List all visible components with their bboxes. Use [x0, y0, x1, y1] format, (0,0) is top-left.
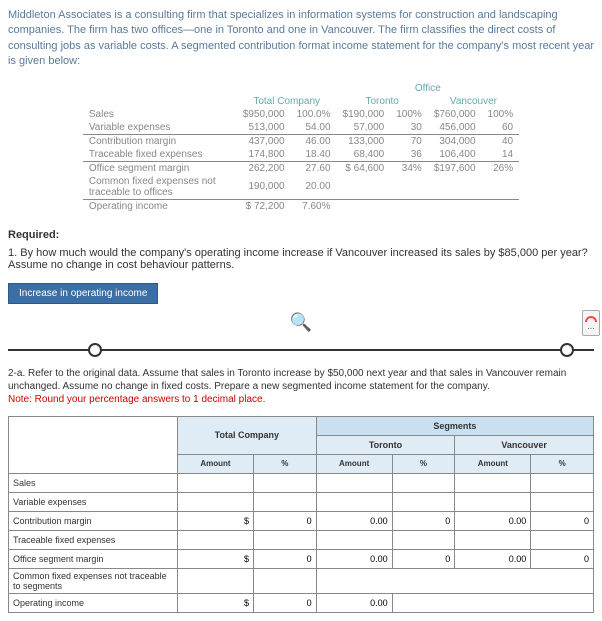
col-total-company: Total Company: [237, 95, 337, 108]
ans-row-op-income: Operating income: [9, 593, 594, 612]
rounding-note: Note: Round your percentage answers to 1…: [8, 394, 265, 405]
row-traceable-fixed: Traceable fixed expenses 174,80018.40 68…: [83, 148, 519, 162]
row-operating-income: Operating income $ 72,2007.60%: [83, 199, 519, 213]
input[interactable]: [182, 478, 249, 488]
magnify-icon[interactable]: 🔍: [8, 312, 594, 333]
ans-col-toronto: Toronto: [316, 435, 455, 454]
ans-row-sales: Sales: [9, 473, 594, 492]
ans-segments-hdr: Segments: [316, 416, 593, 435]
ans-row-variable: Variable expenses: [9, 492, 594, 511]
question-2a: 2-a. Refer to the original data. Assume …: [8, 367, 594, 406]
row-contribution-margin: Contribution margin 437,00046.00 133,000…: [83, 134, 519, 148]
handle-left[interactable]: [88, 343, 102, 357]
income-statement-table: Office Total Company Toronto Vancouver S…: [83, 82, 519, 213]
ans-row-segment-margin: Office segment margin: [9, 549, 594, 568]
side-widget[interactable]: …: [582, 310, 600, 336]
tab-increase-operating-income[interactable]: Increase in operating income: [8, 283, 158, 304]
question-1: 1. By how much would the company's opera…: [8, 247, 594, 271]
ans-col-total: Total Company: [178, 416, 317, 454]
office-header: Office: [337, 82, 520, 95]
col-vancouver: Vancouver: [428, 95, 519, 108]
row-sales: Sales $950,000100.0% $190,000100% $760,0…: [83, 108, 519, 121]
handle-right[interactable]: [560, 343, 574, 357]
row-variable-expenses: Variable expenses 513,00054.00 57,00030 …: [83, 121, 519, 135]
ans-row-cm: Contribution margin: [9, 511, 594, 530]
ans-row-traceable: Traceable fixed expenses: [9, 530, 594, 549]
answer-table: Total Company Segments Toronto Vancouver…: [8, 416, 594, 613]
row-segment-margin: Office segment margin 262,20027.60 $ 64,…: [83, 161, 519, 175]
required-heading: Required:: [8, 229, 594, 241]
col-toronto: Toronto: [337, 95, 428, 108]
ans-row-common-fixed: Common fixed expenses not traceable to s…: [9, 568, 594, 593]
ans-col-vancouver: Vancouver: [455, 435, 594, 454]
row-common-fixed: Common fixed expenses not traceable to o…: [83, 175, 519, 200]
problem-intro: Middleton Associates is a consulting fir…: [8, 8, 594, 70]
divider-line: [8, 349, 594, 351]
